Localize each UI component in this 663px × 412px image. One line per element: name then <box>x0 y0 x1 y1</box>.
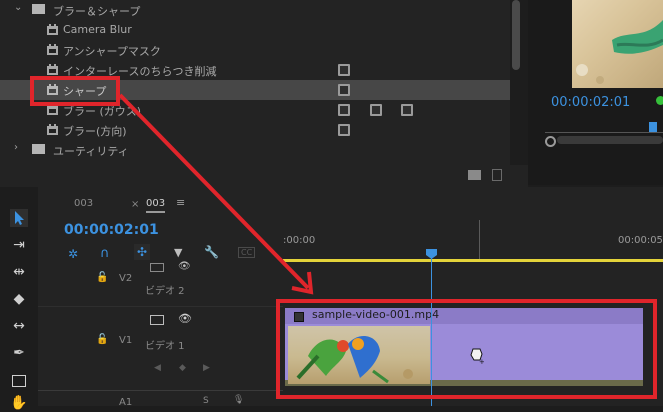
arrow-annotation <box>118 93 314 295</box>
